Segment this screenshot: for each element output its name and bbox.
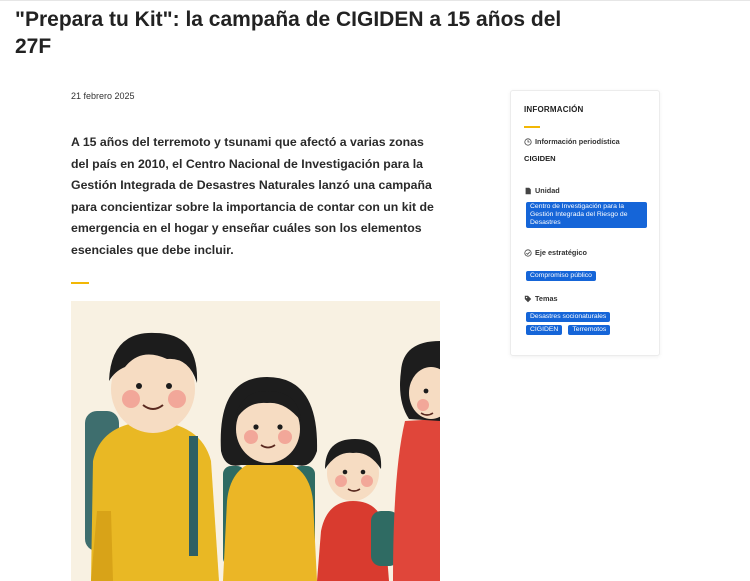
topic-tag[interactable]: CIGIDEN xyxy=(526,325,563,335)
clock-icon xyxy=(524,137,532,146)
unit-tag[interactable]: Centro de Investigación para la Gestión … xyxy=(526,202,647,228)
topic-tag[interactable]: Desastres socionaturales xyxy=(526,312,611,322)
article-date: 21 febrero 2025 xyxy=(71,91,135,101)
unit-label: Unidad xyxy=(524,186,560,195)
strategic-axis-tag-wrapper: Compromiso público xyxy=(526,264,647,282)
article-title: "Prepara tu Kit": la campaña de CIGIDEN … xyxy=(15,8,562,58)
topics-label-text: Temas xyxy=(535,294,558,303)
tag-icon xyxy=(524,295,532,302)
info-type-label-text: Información periodística xyxy=(535,137,620,146)
info-sidebar: INFORMACIÓN Información periodística CIG… xyxy=(510,90,660,356)
document-icon xyxy=(525,187,531,194)
unit-tag-wrapper: Centro de Investigación para la Gestión … xyxy=(526,202,647,229)
info-type-label: Información periodística xyxy=(524,137,620,146)
accent-divider xyxy=(71,282,89,284)
strategic-axis-tag[interactable]: Compromiso público xyxy=(526,271,596,281)
check-circle-icon xyxy=(524,248,532,257)
strategic-axis-label: Eje estratégico xyxy=(524,248,587,257)
unit-label-text: Unidad xyxy=(535,186,560,195)
family-illustration xyxy=(71,301,440,581)
sidebar-accent-divider xyxy=(524,126,540,128)
topic-tag[interactable]: Terremotos xyxy=(568,325,611,335)
sidebar-heading: INFORMACIÓN xyxy=(524,105,584,114)
article-lead: A 15 años del terremoto y tsunami que af… xyxy=(71,135,434,257)
hero-illustration xyxy=(71,301,440,581)
topics-tags: Desastres socionaturales CIGIDEN Terremo… xyxy=(526,312,651,335)
strategic-axis-label-text: Eje estratégico xyxy=(535,248,587,257)
topics-label: Temas xyxy=(524,294,558,303)
info-type-value: CIGIDEN xyxy=(524,154,556,163)
top-divider xyxy=(0,0,750,1)
